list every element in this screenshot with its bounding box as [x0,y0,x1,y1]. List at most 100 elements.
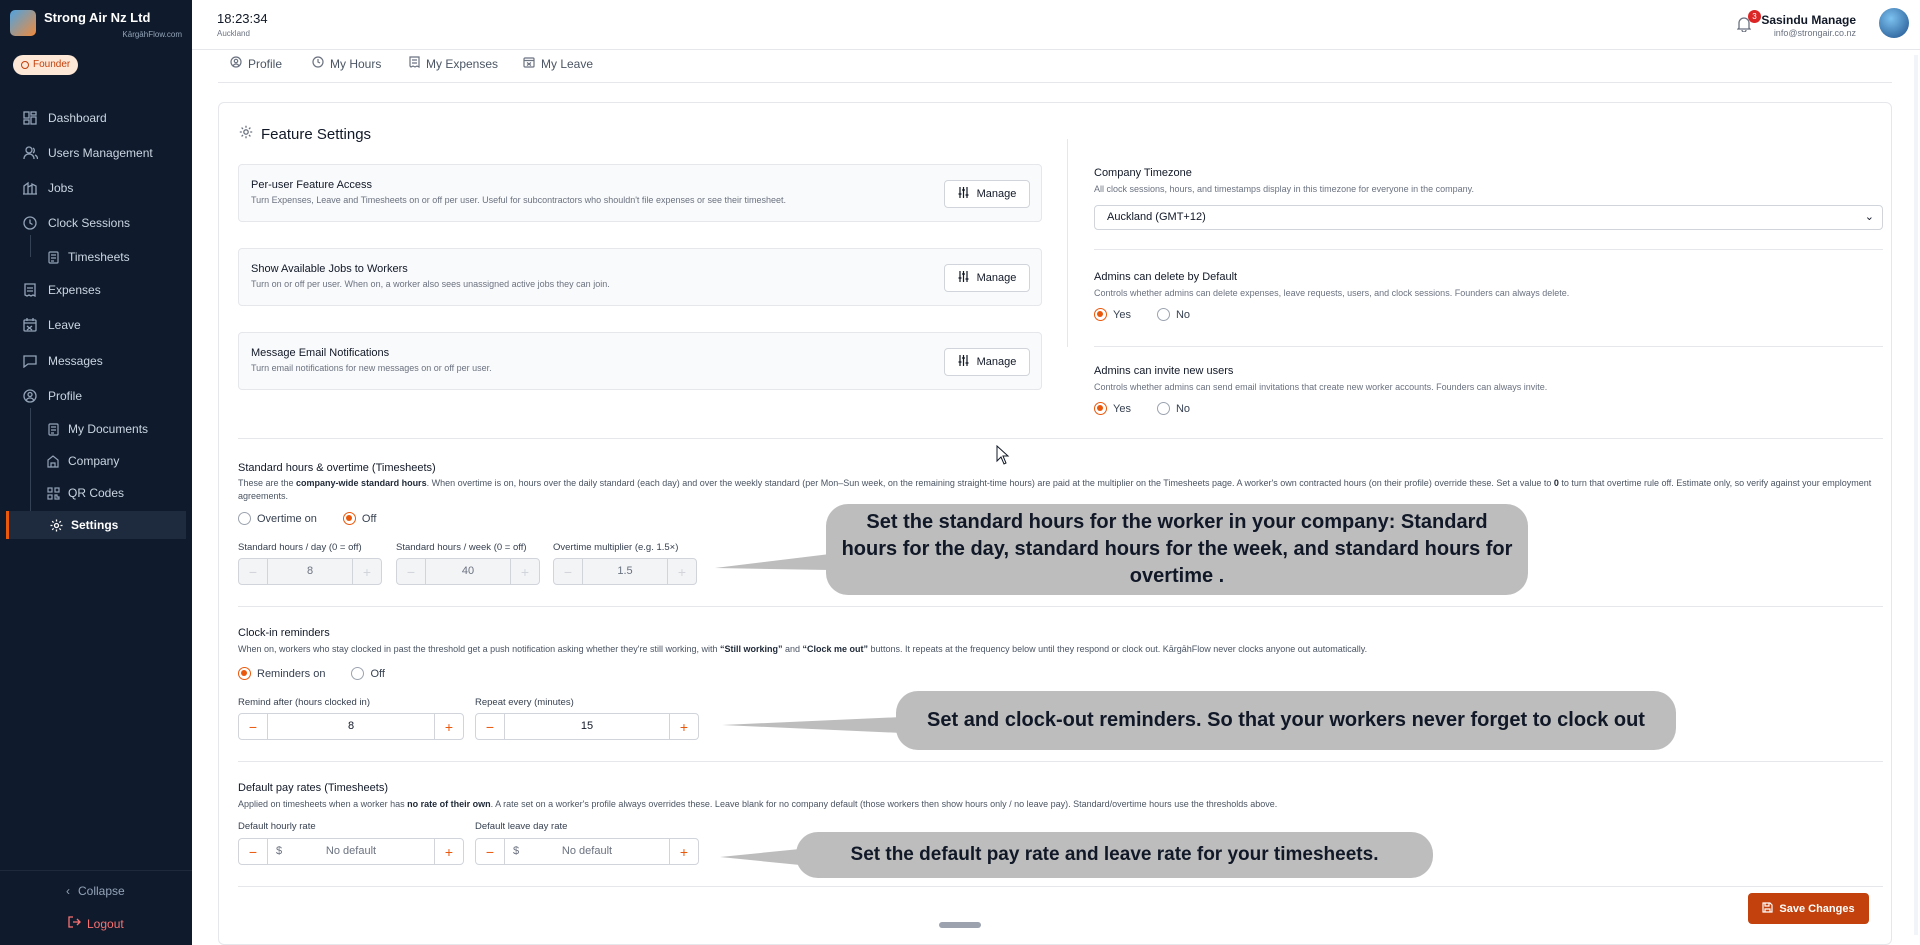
tab-my-leave[interactable]: My Leave [523,56,593,71]
divider [238,606,1883,607]
hourly-rate-input[interactable]: $ No default [267,839,435,864]
page-scrollbar[interactable] [1914,55,1918,935]
radio-label: Yes [1113,402,1131,415]
increment-button[interactable]: + [435,839,463,864]
sidebar-item-label: Expenses [48,283,101,297]
logout-icon [68,916,81,931]
repeat-every-stepper[interactable]: − 15 + [475,713,699,740]
brand[interactable]: Strong Air Nz Ltd KārgāhFlow.com [10,8,186,44]
sliders-icon [958,355,969,369]
increment-button[interactable]: + [353,559,381,584]
feature-row-available-jobs: Show Available Jobs to Workers Turn on o… [238,248,1042,306]
decrement-button[interactable]: − [239,714,267,739]
scroll-handle[interactable] [939,922,981,928]
save-changes-button[interactable]: Save Changes [1748,893,1869,924]
increment-button[interactable]: + [668,559,696,584]
feature-desc: Turn on or off per user. When on, a work… [251,279,610,289]
increment-button[interactable]: + [670,714,698,739]
admin-delete-yes-radio[interactable] [1094,308,1107,321]
overtime-off-radio[interactable] [342,512,356,525]
tab-profile[interactable]: Profile [230,56,282,71]
remind-after-value[interactable]: 8 [267,714,435,739]
admin-delete-radio-group: Yes No [1094,308,1190,321]
avatar[interactable] [1879,8,1909,38]
decrement-button[interactable]: − [239,559,267,584]
sidebar-item-expenses[interactable]: Expenses [6,276,186,304]
sidebar-item-qr-codes[interactable]: QR Codes [6,479,186,507]
notification-count: 3 [1748,10,1761,23]
decrement-button[interactable]: − [476,839,504,864]
increment-button[interactable]: + [435,714,463,739]
logout-button[interactable]: Logout [68,916,124,931]
tab-label: Profile [248,56,283,71]
tab-my-expenses[interactable]: My Expenses [409,56,498,71]
decrement-button[interactable]: − [554,559,582,584]
admin-invite-no-radio[interactable] [1156,402,1170,415]
sidebar-item-label: Settings [71,518,119,532]
manage-button[interactable]: Manage [944,348,1030,376]
hours-week-label: Standard hours / week (0 = off) [396,542,527,553]
manage-button[interactable]: Manage [944,180,1030,208]
admin-invite-yes-radio[interactable] [1094,402,1107,415]
sidebar-item-company[interactable]: Company [6,447,186,475]
increment-button[interactable]: + [511,559,539,584]
sidebar-item-settings[interactable]: Settings [6,511,186,539]
leave-rate-placeholder: No default [561,845,613,857]
manage-label: Manage [976,356,1017,368]
sidebar-item-dashboard[interactable]: Dashboard [6,104,186,132]
repeat-every-value[interactable]: 15 [504,714,670,739]
sidebar-item-clock-sessions[interactable]: Clock Sessions [6,209,186,237]
sidebar-item-profile[interactable]: Profile [6,382,186,410]
admin-delete-no-radio[interactable] [1156,308,1170,321]
logout-label: Logout [87,916,124,931]
role-label: Founder [33,59,71,70]
sidebar-item-timesheets[interactable]: Timesheets [6,243,186,271]
leave-rate-input[interactable]: $ No default [504,839,670,864]
sidebar-item-jobs[interactable]: Jobs [6,174,186,202]
reminders-off-radio[interactable] [351,667,365,680]
timezone-value: Auckland (GMT+12) [1107,211,1206,223]
remind-after-stepper[interactable]: − 8 + [238,713,464,740]
admin-invite-desc: Controls whether admins can send email i… [1094,382,1548,392]
sidebar-item-messages[interactable]: Messages [6,347,186,375]
hours-day-stepper[interactable]: − 8 + [238,558,382,585]
sidebar-item-users[interactable]: Users Management [6,139,186,167]
reminders-on-radio[interactable] [238,667,251,680]
timezone-select[interactable]: Auckland (GMT+12) ⌄ [1094,205,1883,230]
overtime-on-radio[interactable] [238,512,251,525]
manage-label: Manage [976,272,1017,284]
hourly-rate-label: Default hourly rate [238,821,316,832]
timesheet-icon [46,250,60,264]
collapse-button[interactable]: ‹ Collapse [66,884,125,898]
sliders-icon [958,187,969,201]
tab-my-hours[interactable]: My Hours [312,56,381,71]
decrement-button[interactable]: − [397,559,425,584]
decrement-button[interactable]: − [476,714,504,739]
manage-button[interactable]: Manage [944,264,1030,292]
divider [238,761,1883,762]
hourly-rate-stepper[interactable]: − $ No default + [238,838,464,865]
divider [1094,249,1883,250]
hourly-rate-placeholder: No default [325,845,377,857]
hours-week-stepper[interactable]: − 40 + [396,558,540,585]
profile-tabs: Profile My Hours My Expenses My Leave [218,50,1892,83]
current-time: 18:23:34 [217,11,268,26]
radio-label: Overtime on [257,512,317,525]
company-name: Strong Air Nz Ltd [44,10,151,25]
decrement-button[interactable]: − [239,839,267,864]
callout-standard-hours: Set the standard hours for the worker in… [826,504,1528,595]
sidebar: Strong Air Nz Ltd KārgāhFlow.com Founder… [0,0,192,945]
admin-delete-title: Admins can delete by Default [1094,271,1238,283]
tab-label: My Leave [541,56,594,71]
sidebar-item-leave[interactable]: Leave [6,311,186,339]
overtime-multiplier-value[interactable]: 1.5 [582,559,668,584]
overtime-multiplier-stepper[interactable]: − 1.5 + [553,558,697,585]
chevron-down-icon: ⌄ [1864,211,1874,223]
hours-day-value[interactable]: 8 [267,559,353,584]
leave-rate-stepper[interactable]: − $ No default + [475,838,699,865]
user-name[interactable]: Sasindu Manage [1761,13,1856,27]
hours-week-value[interactable]: 40 [425,559,511,584]
sidebar-item-label: Leave [48,318,81,332]
sidebar-item-my-documents[interactable]: My Documents [6,415,186,443]
increment-button[interactable]: + [670,839,698,864]
